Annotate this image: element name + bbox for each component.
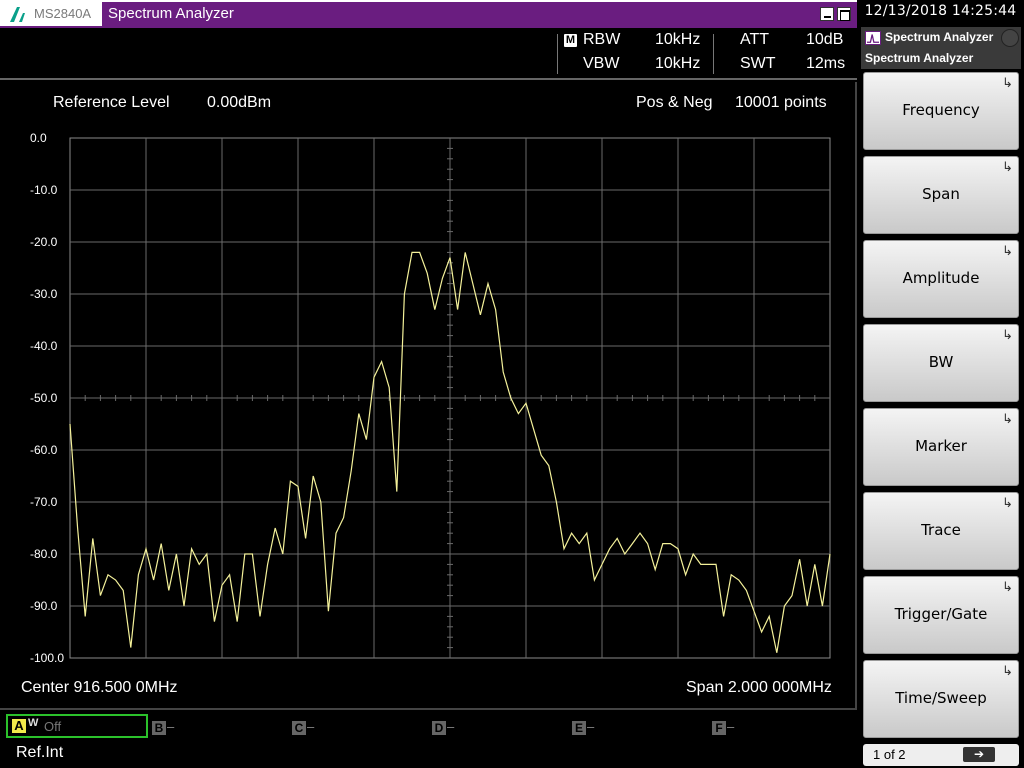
softkey-label: Amplitude: [902, 269, 980, 287]
clock: 12/13/2018 14:25:44: [864, 3, 1017, 19]
trace-f-dash: –: [727, 719, 735, 734]
rbw-value[interactable]: 10kHz: [655, 31, 700, 49]
trace-b-letter: B: [152, 721, 166, 735]
menu-indicator-icon: [1001, 29, 1019, 47]
softkey-amplitude[interactable]: ↳ Amplitude: [863, 240, 1019, 318]
menu-title: Spectrum Analyzer: [885, 30, 994, 44]
submenu-arrow-icon: ↳: [1002, 75, 1013, 90]
trace-f-selector[interactable]: F –: [712, 719, 734, 737]
trace-d-selector[interactable]: D –: [432, 719, 454, 737]
submenu-arrow-icon: ↳: [1002, 663, 1013, 678]
next-page-button[interactable]: ➔: [963, 747, 995, 762]
y-tick-label: -60.0: [30, 443, 58, 457]
trace-e-letter: E: [572, 721, 586, 735]
y-tick-label: -90.0: [30, 599, 58, 613]
softkey-label: Trace: [921, 521, 961, 539]
softkey-panel: 12/13/2018 14:25:44 Spectrum Analyzer Sp…: [857, 0, 1024, 768]
softkey-label: Marker: [915, 437, 967, 455]
att-value[interactable]: 10dB: [806, 31, 843, 49]
app-title-bar: Spectrum Analyzer: [102, 2, 857, 26]
reference-source: Ref.Int: [16, 744, 64, 761]
submenu-arrow-icon: ↳: [1002, 495, 1013, 510]
trace-d-dash: –: [447, 719, 455, 734]
y-tick-label: -10.0: [30, 183, 58, 197]
softkey-span[interactable]: ↳ Span: [863, 156, 1019, 234]
softkey-label: BW: [928, 353, 954, 371]
maximize-button[interactable]: [837, 7, 851, 21]
app-title: Spectrum Analyzer: [108, 5, 234, 22]
softkey-frequency[interactable]: ↳ Frequency: [863, 72, 1019, 150]
y-tick-label: -30.0: [30, 287, 58, 301]
divider: [713, 34, 714, 74]
y-tick-label: -40.0: [30, 339, 58, 353]
trace-a-selector[interactable]: A W Off: [6, 714, 148, 738]
trace-bar: A W Off B – C – D – E – F –: [0, 708, 857, 740]
submenu-arrow-icon: ↳: [1002, 327, 1013, 342]
softkey-trace[interactable]: ↳ Trace: [863, 492, 1019, 570]
swt-value[interactable]: 12ms: [806, 55, 845, 73]
y-tick-label: -100.0: [30, 651, 64, 665]
model-label: MS2840A: [34, 6, 92, 21]
divider: [557, 34, 558, 74]
trace-e-dash: –: [587, 719, 595, 734]
y-axis-ticks: 0.0 -10.0 -20.0 -30.0 -40.0 -50.0 -60.0 -70.0 -8…: [30, 131, 64, 665]
softkey-label: Frequency: [902, 101, 980, 119]
menu-subtitle: Spectrum Analyzer: [865, 51, 974, 65]
submenu-arrow-icon: ↳: [1002, 411, 1013, 426]
submenu-arrow-icon: ↳: [1002, 159, 1013, 174]
spectrum-analyzer-icon: [865, 31, 881, 45]
graph-panel: Reference Level 0.00dBm Pos & Neg 10001 …: [0, 82, 857, 708]
status-bar: Ref.Int: [0, 740, 857, 768]
trace-a-mode: W: [28, 717, 39, 729]
anritsu-logo-icon: [10, 7, 25, 22]
parameter-header: M RBW 10kHz VBW 10kHz ATT 10dB SWT 12ms: [0, 28, 857, 80]
center-frequency[interactable]: Center 916.500 0MHz: [21, 679, 178, 697]
y-tick-label: -70.0: [30, 495, 58, 509]
trace-d-letter: D: [432, 721, 446, 735]
softkey-label: Time/Sweep: [895, 689, 987, 707]
softkey-label: Trigger/Gate: [894, 605, 988, 623]
softkey-bw[interactable]: ↳ BW: [863, 324, 1019, 402]
submenu-arrow-icon: ↳: [1002, 579, 1013, 594]
vbw-value[interactable]: 10kHz: [655, 55, 700, 73]
menu-header: Spectrum Analyzer Spectrum Analyzer: [861, 27, 1021, 69]
trace-a-letter: A: [12, 719, 26, 733]
page-indicator: 1 of 2 ➔: [863, 744, 1019, 766]
trace-a-state: Off: [44, 719, 62, 734]
title-bar: MS2840A Spectrum Analyzer: [0, 0, 857, 28]
swt-label: SWT: [740, 55, 776, 72]
minimize-button[interactable]: [820, 7, 834, 21]
trace-b-dash: –: [167, 719, 175, 734]
rbw-label: RBW: [583, 31, 621, 48]
plot-grid: [69, 137, 831, 659]
softkey-time-sweep[interactable]: ↳ Time/Sweep: [863, 660, 1019, 738]
spectrum-plot[interactable]: 0.0 -10.0 -20.0 -30.0 -40.0 -50.0 -60.0 -70.0 -8…: [0, 82, 855, 682]
y-tick-label: 0.0: [30, 131, 47, 145]
trace-e-selector[interactable]: E –: [572, 719, 594, 737]
span-value[interactable]: Span 2.000 000MHz: [686, 679, 832, 697]
trace-b-selector[interactable]: B –: [152, 719, 174, 737]
submenu-arrow-icon: ↳: [1002, 243, 1013, 258]
trace-c-dash: –: [307, 719, 315, 734]
vbw-label: VBW: [583, 55, 620, 72]
trace-f-letter: F: [712, 721, 726, 735]
softkey-marker[interactable]: ↳ Marker: [863, 408, 1019, 486]
manual-badge: M: [564, 34, 577, 47]
trace-c-letter: C: [292, 721, 306, 735]
softkey-label: Span: [922, 185, 960, 203]
page-number: 1 of 2: [873, 747, 906, 762]
att-label: ATT: [740, 31, 770, 48]
y-tick-label: -50.0: [30, 391, 58, 405]
y-tick-label: -80.0: [30, 547, 58, 561]
trace-c-selector[interactable]: C –: [292, 719, 314, 737]
softkey-trigger-gate[interactable]: ↳ Trigger/Gate: [863, 576, 1019, 654]
y-tick-label: -20.0: [30, 235, 58, 249]
